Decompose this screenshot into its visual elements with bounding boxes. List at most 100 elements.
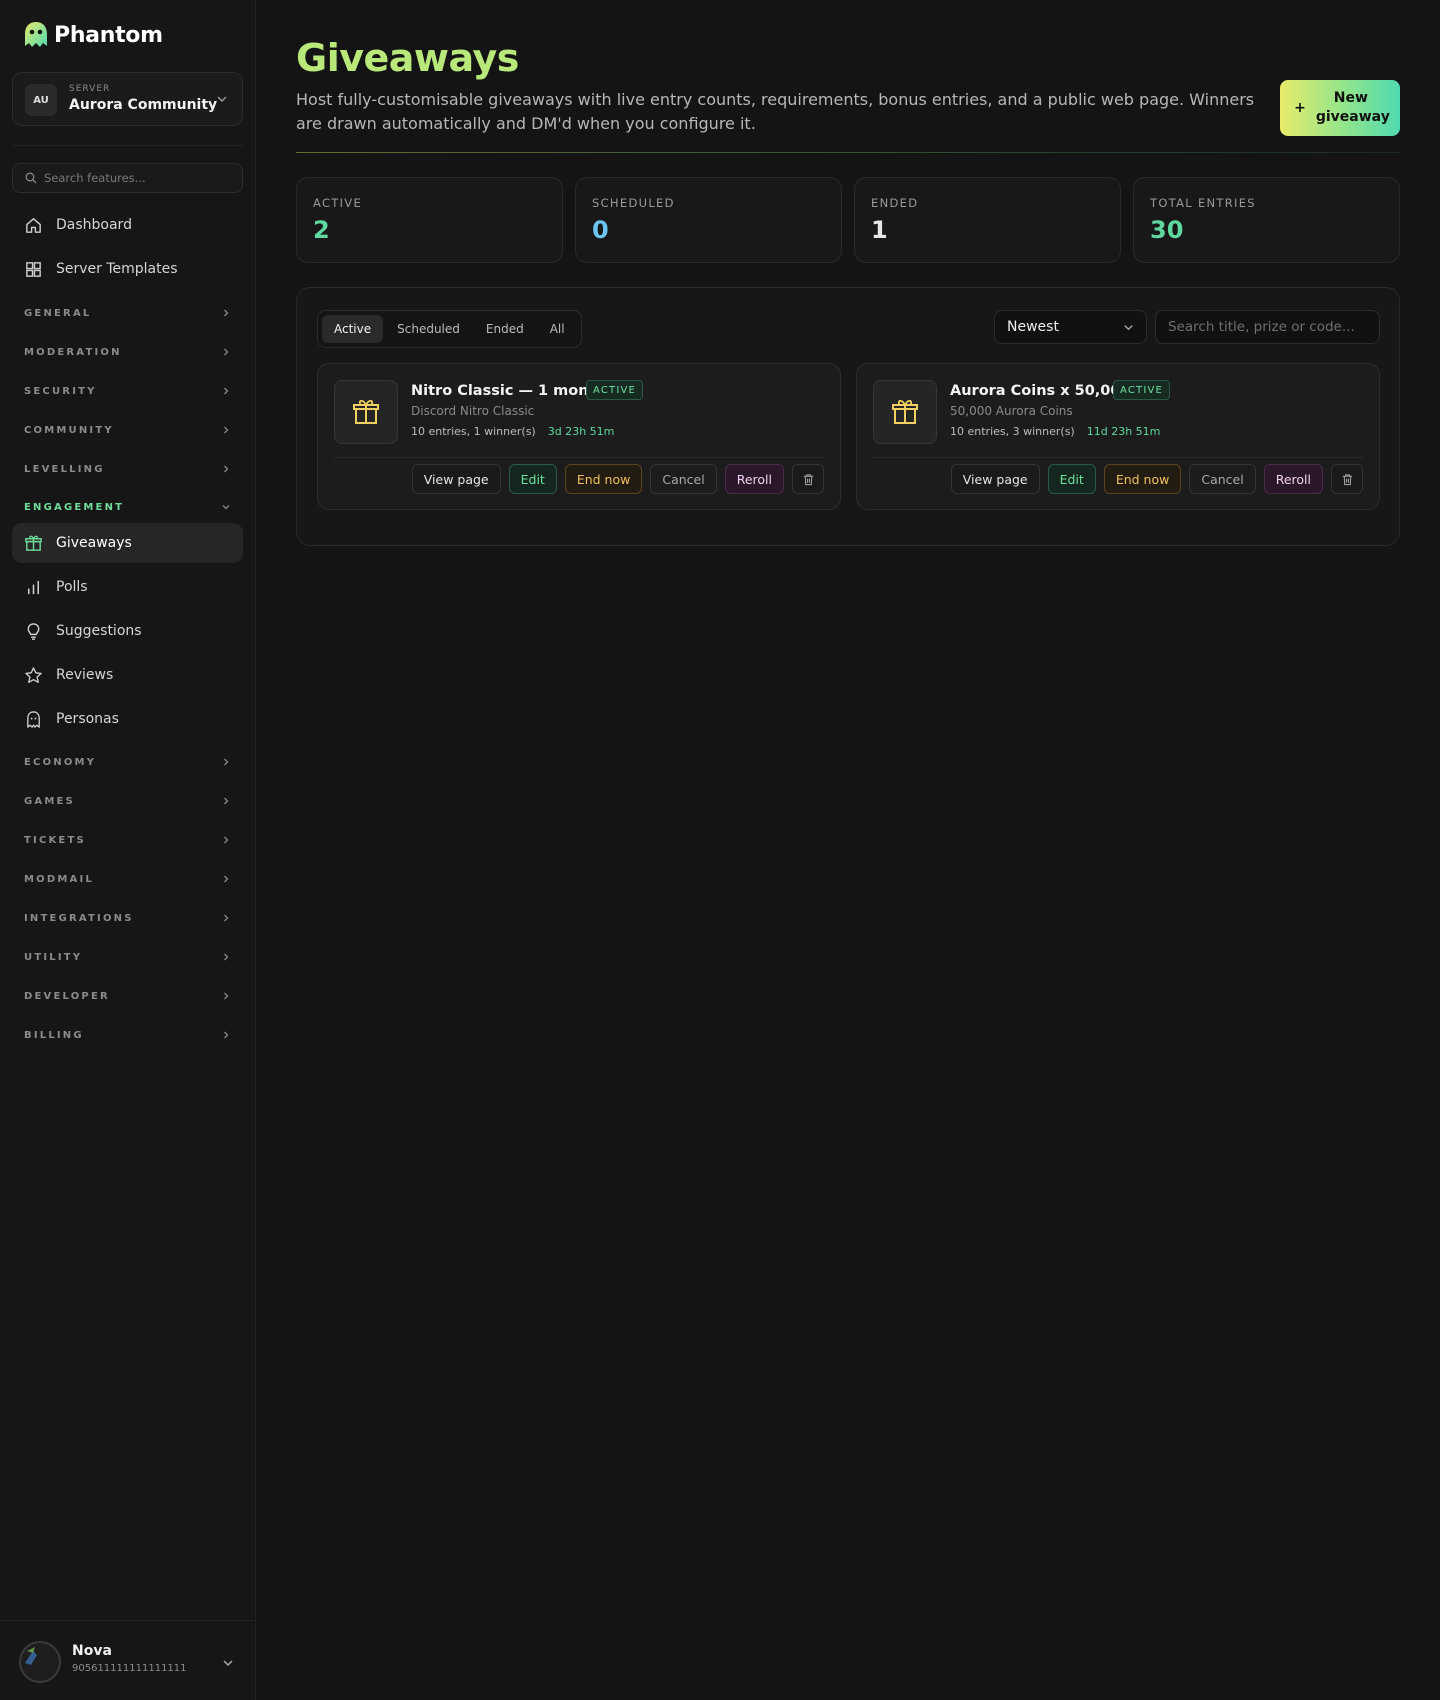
section-billing[interactable]: BILLING	[24, 1027, 231, 1043]
section-security[interactable]: SECURITY	[24, 383, 231, 399]
delete-button[interactable]	[792, 464, 824, 494]
section-utility[interactable]: UTILITY	[24, 949, 231, 965]
gift-icon	[25, 535, 42, 551]
section-engagement[interactable]: ENGAGEMENT	[24, 499, 231, 515]
cancel-button[interactable]: Cancel	[1189, 464, 1256, 494]
giveaway-thumbnail	[334, 380, 398, 444]
reroll-button[interactable]: Reroll	[1263, 464, 1323, 494]
giveaway-prize: 50,000 Aurora Coins	[950, 404, 1073, 418]
chevron-down-icon	[217, 96, 227, 103]
view-page-button[interactable]: View page	[411, 464, 501, 494]
stat-label: TOTAL ENTRIES	[1150, 196, 1256, 210]
section-modmail[interactable]: MODMAIL	[24, 871, 231, 887]
section-integrations[interactable]: INTEGRATIONS	[24, 910, 231, 926]
server-selector[interactable]: AU SERVER Aurora Community	[12, 72, 243, 126]
bar-chart-icon	[27, 580, 40, 594]
home-icon	[26, 217, 41, 233]
tab-all[interactable]: All	[538, 315, 577, 343]
reroll-button[interactable]: Reroll	[724, 464, 784, 494]
section-label: TICKETS	[24, 834, 86, 846]
app-logo[interactable]: Phantom	[22, 20, 163, 50]
plus-icon: +	[1294, 100, 1306, 116]
section-general[interactable]: GENERAL	[24, 305, 231, 321]
chevron-right-icon	[224, 797, 229, 805]
lightbulb-icon	[27, 622, 40, 640]
chevron-right-icon	[224, 953, 229, 961]
sidebar-item-dashboard[interactable]: Dashboard	[12, 205, 243, 245]
section-label: BILLING	[24, 1029, 84, 1041]
feature-search[interactable]	[12, 163, 243, 193]
delete-button[interactable]	[1331, 464, 1363, 494]
giveaway-actions: View page Edit End now Cancel Reroll	[950, 464, 1363, 494]
section-label: UTILITY	[24, 951, 83, 963]
edit-button[interactable]: Edit	[1047, 464, 1096, 494]
sidebar-item-suggestions[interactable]: Suggestions	[12, 611, 243, 651]
sidebar-item-personas[interactable]: Personas	[12, 699, 243, 739]
user-menu[interactable]: Nova 905611111111111111	[0, 1620, 256, 1700]
section-games[interactable]: GAMES	[24, 793, 231, 809]
new-giveaway-label: New giveaway	[1315, 90, 1390, 125]
user-name: Nova	[72, 1643, 112, 1659]
chevron-right-icon	[224, 309, 229, 317]
sidebar-item-label: Reviews	[56, 667, 114, 683]
section-tickets[interactable]: TICKETS	[24, 832, 231, 848]
sidebar-item-label: Server Templates	[56, 261, 178, 277]
status-badge: ACTIVE	[1113, 380, 1171, 400]
section-label: GENERAL	[24, 307, 92, 319]
entries-winners: 10 entries, 3 winner(s)	[950, 425, 1075, 438]
sidebar: Phantom AU SERVER Aurora Community Dashb…	[0, 0, 256, 1700]
server-avatar: AU	[25, 84, 57, 116]
section-developer[interactable]: DEVELOPER	[24, 988, 231, 1004]
section-label: INTEGRATIONS	[24, 912, 134, 924]
chevron-right-icon	[224, 914, 229, 922]
trash-icon	[803, 473, 813, 485]
tab-ended[interactable]: Ended	[474, 315, 536, 343]
ghost-icon	[27, 710, 40, 728]
giveaways-panel: Active Scheduled Ended All Newest Nitro …	[296, 287, 1400, 546]
divider	[334, 457, 824, 458]
edit-button[interactable]: Edit	[508, 464, 557, 494]
sidebar-item-polls[interactable]: Polls	[12, 567, 243, 607]
cancel-button[interactable]: Cancel	[650, 464, 717, 494]
feature-search-input[interactable]	[44, 171, 234, 185]
gift-icon	[892, 399, 918, 424]
end-now-button[interactable]: End now	[564, 464, 643, 494]
avatar	[19, 1641, 61, 1683]
giveaway-thumbnail	[873, 380, 937, 444]
title-divider	[296, 152, 1400, 153]
sort-select[interactable]: Newest	[994, 310, 1147, 344]
section-moderation[interactable]: MODERATION	[24, 344, 231, 360]
giveaway-title: Aurora Coins x 50,000	[950, 383, 1131, 399]
sidebar-item-label: Dashboard	[56, 217, 132, 233]
section-community[interactable]: COMMUNITY	[24, 422, 231, 438]
server-caption: SERVER	[69, 84, 111, 94]
app-name: Phantom	[54, 22, 163, 48]
end-now-button[interactable]: End now	[1103, 464, 1182, 494]
new-giveaway-button[interactable]: + New giveaway	[1280, 80, 1400, 136]
time-remaining: 11d 23h 51m	[1086, 425, 1161, 438]
sidebar-item-giveaways[interactable]: Giveaways	[12, 523, 243, 563]
section-levelling[interactable]: LEVELLING	[24, 461, 231, 477]
tab-active[interactable]: Active	[322, 315, 384, 343]
status-tabs: Active Scheduled Ended All	[317, 310, 582, 348]
view-page-button[interactable]: View page	[950, 464, 1040, 494]
giveaway-search-input[interactable]	[1168, 319, 1367, 335]
stat-card-active: ACTIVE 2	[296, 177, 563, 263]
stat-value: 0	[592, 216, 609, 244]
stat-label: SCHEDULED	[592, 196, 675, 210]
stat-card-scheduled: SCHEDULED 0	[575, 177, 842, 263]
giveaway-card: Aurora Coins x 50,000 ACTIVE 50,000 Auro…	[856, 363, 1380, 510]
section-economy[interactable]: ECONOMY	[24, 754, 231, 770]
section-label: DEVELOPER	[24, 990, 110, 1002]
giveaway-meta: 10 entries, 1 winner(s) 3d 23h 51m	[411, 425, 614, 438]
status-badge: ACTIVE	[586, 380, 644, 400]
sidebar-item-server-templates[interactable]: Server Templates	[12, 249, 243, 289]
sort-value: Newest	[1007, 319, 1059, 335]
tab-scheduled[interactable]: Scheduled	[385, 315, 472, 343]
sidebar-item-reviews[interactable]: Reviews	[12, 655, 243, 695]
page-description: Host fully-customisable giveaways with l…	[296, 90, 1255, 133]
ghost-logo-icon	[25, 22, 47, 47]
giveaway-search[interactable]	[1155, 310, 1380, 344]
divider	[12, 145, 243, 146]
section-label: GAMES	[24, 795, 75, 807]
